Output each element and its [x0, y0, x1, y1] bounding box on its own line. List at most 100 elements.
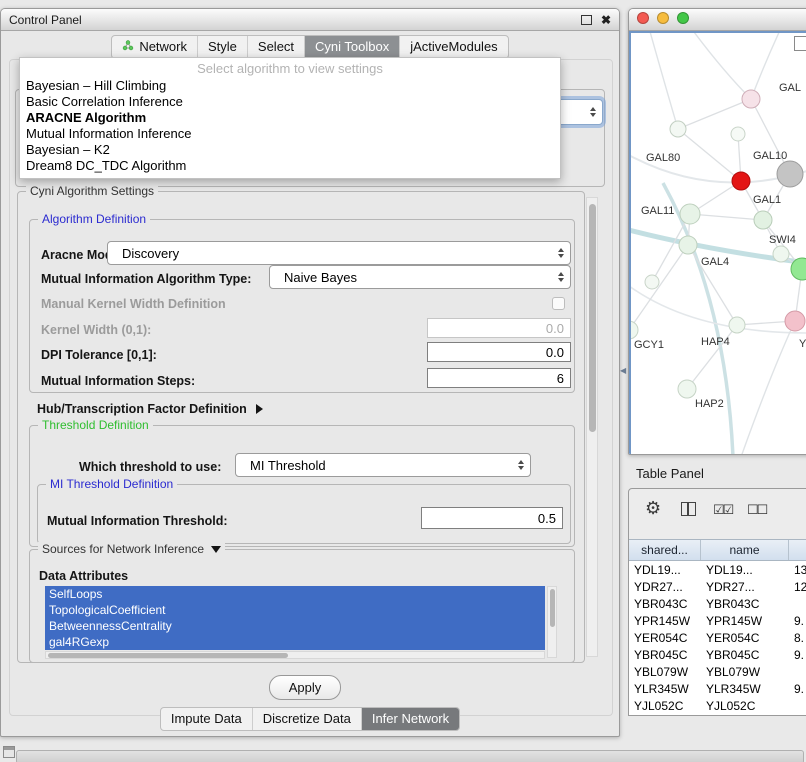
network-node[interactable] — [680, 204, 700, 224]
network-node[interactable] — [773, 246, 789, 262]
mi-steps-field[interactable]: 6 — [427, 368, 571, 388]
dpi-tolerance-field[interactable]: 0.0 — [427, 342, 571, 362]
minimize-button[interactable] — [657, 12, 669, 24]
table-cell: 9. — [789, 614, 806, 628]
mi-type-select[interactable]: Naive Bayes — [269, 265, 571, 289]
network-node[interactable] — [754, 211, 772, 229]
tab-infer-network[interactable]: Infer Network — [361, 708, 459, 730]
algorithm-option[interactable]: Mutual Information Inference — [20, 126, 560, 142]
network-node[interactable] — [732, 172, 750, 190]
network-canvas[interactable]: GALGAL80GAL10GAL11GAL1SWI4GAL4GCY1HAP4YH… — [629, 31, 806, 455]
settings-scrollbar[interactable] — [586, 197, 598, 657]
algorithm-option-list: Bayesian – Hill ClimbingBasic Correlatio… — [20, 78, 560, 174]
network-node[interactable] — [785, 311, 805, 331]
table-cell: YBL079W — [629, 665, 701, 679]
algorithm-option[interactable]: Bayesian – Hill Climbing — [20, 78, 560, 94]
node-label: GAL — [779, 82, 801, 94]
network-node[interactable] — [729, 317, 745, 333]
table-row[interactable]: YDL19...YDL19...13 — [629, 561, 806, 578]
manual-kernel-checkbox[interactable] — [552, 297, 565, 310]
close-window-icon[interactable]: ✖ — [601, 14, 611, 26]
data-attribute-item[interactable]: SelfLoops — [45, 586, 545, 602]
table-cell: YDL19... — [629, 563, 701, 577]
network-node[interactable] — [670, 121, 686, 137]
scrollbar-thumb[interactable] — [550, 589, 555, 627]
control-panel-window: Control Panel ✖ Network StyleSelectCyni T… — [0, 8, 620, 737]
network-node[interactable] — [777, 161, 803, 187]
algorithm-option[interactable]: Dream8 DC_TDC Algorithm — [20, 158, 560, 174]
node-table: shared...name YDL19...YDL19...13YDR27...… — [629, 539, 806, 715]
select-all-icon[interactable]: ☑☑ — [713, 502, 732, 518]
minimized-panel-icon[interactable] — [3, 746, 15, 758]
network-icon — [122, 39, 134, 54]
deselect-all-icon[interactable]: ☐☐ — [747, 502, 766, 518]
table-cell: YBR045C — [629, 648, 701, 662]
hub-definition-expander[interactable]: Hub/Transcription Factor Definition — [37, 402, 263, 416]
attribute-list-hscrollbar[interactable] — [45, 651, 545, 659]
algorithm-option[interactable]: Bayesian – K2 — [20, 142, 560, 158]
network-edge — [631, 283, 806, 333]
tab-jactivemodules[interactable]: jActiveModules — [399, 36, 507, 58]
algorithm-option[interactable]: ARACNE Algorithm — [20, 110, 560, 126]
attribute-list-vscrollbar[interactable] — [547, 586, 557, 658]
table-cell: YER054C — [701, 631, 789, 645]
zoom-button[interactable] — [677, 12, 689, 24]
algorithm-select-combo[interactable] — [557, 99, 603, 125]
table-row[interactable]: YER054CYER054C8. — [629, 629, 806, 646]
scrollbar-thumb[interactable] — [48, 653, 288, 658]
algorithm-option[interactable]: Basic Correlation Inference — [20, 94, 560, 110]
tab-label: Network — [139, 39, 187, 54]
table-row[interactable]: YBR043CYBR043C — [629, 595, 806, 612]
splitter-collapse-icon[interactable]: ◀ — [620, 366, 626, 375]
column-header[interactable]: shared... — [629, 540, 701, 560]
data-attribute-item[interactable]: gal4RGexp — [45, 634, 545, 650]
network-node[interactable] — [742, 90, 760, 108]
table-row[interactable]: YBL079WYBL079W — [629, 663, 806, 680]
overview-box[interactable] — [794, 36, 806, 51]
apply-button[interactable]: Apply — [269, 675, 341, 700]
table-row[interactable]: YPR145WYPR145W9. — [629, 612, 806, 629]
table-cell: YLR345W — [629, 682, 701, 696]
scrollbar-thumb[interactable] — [589, 204, 596, 432]
tab-label: Discretize Data — [263, 711, 351, 726]
kernel-width-field[interactable]: 0.0 — [427, 318, 571, 338]
network-node[interactable] — [631, 321, 638, 339]
aracne-mode-select[interactable]: Discovery — [107, 241, 571, 265]
expander-collapsed-icon — [256, 404, 263, 414]
column-header[interactable] — [789, 540, 806, 560]
data-attribute-item[interactable]: BetweennessCentrality — [45, 618, 545, 634]
sources-expander[interactable]: Sources for Network Inference — [38, 542, 225, 556]
network-edge — [741, 321, 795, 454]
table-panel-title: Table Panel — [636, 466, 704, 481]
table-row[interactable]: YDR27...YDR27...12 — [629, 578, 806, 595]
network-node[interactable] — [678, 380, 696, 398]
gear-icon[interactable]: ⚙ — [645, 499, 661, 517]
control-panel-titlebar[interactable]: Control Panel ✖ — [1, 9, 619, 31]
tab-discretize-data[interactable]: Discretize Data — [252, 708, 361, 730]
tab-style[interactable]: Style — [197, 36, 247, 58]
table-row[interactable]: YBR045CYBR045C9. — [629, 646, 806, 663]
data-attribute-item[interactable]: TopologicalCoefficient — [45, 602, 545, 618]
table-cell: YJL052C — [629, 699, 701, 713]
network-edge — [631, 245, 688, 330]
traffic-lights — [637, 12, 697, 27]
network-node[interactable] — [679, 236, 697, 254]
window-title: Control Panel — [9, 13, 82, 27]
table-row[interactable]: YLR345WYLR345W9. — [629, 680, 806, 697]
tab-select[interactable]: Select — [247, 36, 304, 58]
table-cell: YJL052C — [701, 699, 789, 713]
column-header[interactable]: name — [701, 540, 789, 560]
which-threshold-select[interactable]: MI Threshold — [235, 453, 531, 477]
network-node[interactable] — [645, 275, 659, 289]
float-window-icon[interactable] — [581, 15, 592, 25]
network-window-titlebar[interactable] — [629, 9, 806, 31]
tab-network[interactable]: Network — [112, 36, 197, 58]
tab-cyni-toolbox[interactable]: Cyni Toolbox — [304, 36, 399, 58]
node-label: GAL10 — [753, 150, 787, 162]
tab-impute-data[interactable]: Impute Data — [161, 708, 252, 730]
mi-threshold-field[interactable]: 0.5 — [421, 507, 563, 529]
close-button[interactable] — [637, 12, 649, 24]
column-selector-icon[interactable] — [681, 502, 696, 516]
network-node[interactable] — [731, 127, 745, 141]
table-row[interactable]: YJL052CYJL052C — [629, 697, 806, 714]
